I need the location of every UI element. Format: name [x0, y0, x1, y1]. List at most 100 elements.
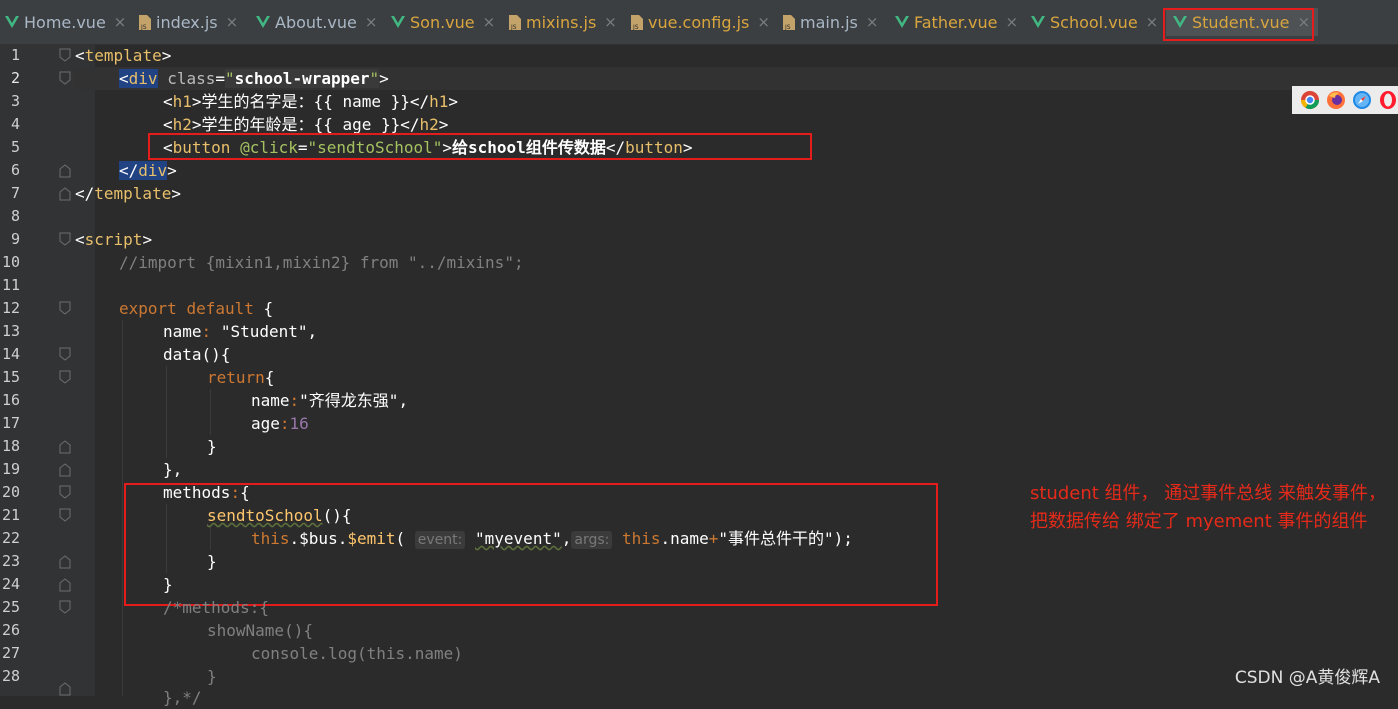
fold-marker-icon	[59, 463, 71, 477]
line-number: 23	[1, 552, 20, 570]
tab-about-vue[interactable]: About.vue ×	[255, 8, 377, 36]
bracket: >	[448, 92, 459, 111]
close-icon[interactable]: ×	[866, 13, 879, 31]
line-number: 24	[1, 575, 20, 593]
line-number: 16	[1, 391, 20, 409]
close-icon[interactable]: ×	[1146, 13, 1159, 31]
line-number: 1	[10, 46, 20, 64]
keyword: export	[119, 299, 177, 318]
bracket: >	[191, 115, 202, 134]
line-number: 5	[10, 138, 20, 156]
function-decl: data(){	[163, 345, 231, 364]
safari-icon[interactable]	[1352, 90, 1372, 110]
close-icon[interactable]: ×	[1005, 13, 1018, 31]
attr-name: class	[167, 69, 216, 88]
code-line-17: age:16	[251, 412, 309, 435]
line-number: 21	[1, 506, 20, 524]
close-icon[interactable]: ×	[226, 13, 239, 31]
bracket: </	[75, 184, 95, 203]
tag-name: script	[84, 230, 143, 249]
bracket: <	[163, 92, 173, 111]
line-number: 28	[1, 667, 20, 685]
close-icon[interactable]: ×	[757, 13, 770, 31]
tab-vue-config-js[interactable]: JS vue.config.js ×	[630, 8, 770, 36]
tab-son-vue[interactable]: Son.vue ×	[390, 8, 495, 36]
fold-marker-icon	[59, 555, 71, 569]
line-number: 26	[1, 621, 20, 639]
vue-file-icon	[5, 16, 19, 28]
code-line-27: console.log(this.name)	[251, 644, 463, 663]
fold-marker-icon	[59, 164, 71, 178]
line-number: 11	[1, 276, 20, 294]
code-line-6: </div>	[119, 159, 177, 182]
fold-marker-icon	[59, 301, 71, 315]
opera-icon[interactable]	[1378, 90, 1398, 110]
close-icon[interactable]: ×	[365, 13, 378, 31]
mustache: {{ age }}	[313, 115, 401, 134]
line-number: 2	[10, 69, 20, 87]
string-value: "齐得龙东强"	[299, 391, 399, 410]
bracket: >	[171, 184, 181, 203]
bracket: <	[163, 115, 173, 134]
tag-name: template	[94, 184, 172, 203]
chrome-icon[interactable]	[1300, 90, 1320, 110]
code-line-28: }	[207, 667, 217, 686]
tab-main-js[interactable]: JS main.js ×	[782, 8, 878, 36]
fold-marker-icon	[59, 578, 71, 592]
bracket: <	[75, 230, 85, 249]
js-file-icon: JS	[509, 14, 521, 31]
watermark: CSDN @A黄俊辉A	[1234, 668, 1380, 688]
code-line-18: }	[207, 437, 217, 456]
svg-text:JS: JS	[510, 24, 517, 31]
line-number: 4	[10, 115, 20, 133]
tab-home-vue[interactable]: Home.vue ×	[4, 8, 126, 36]
bracket: </	[400, 115, 420, 134]
code-line-19: },	[163, 460, 183, 479]
close-icon[interactable]: ×	[604, 13, 617, 31]
line-number: 18	[1, 437, 20, 455]
keyword: default	[186, 299, 254, 318]
brace: {	[253, 299, 274, 318]
svg-text:JS: JS	[140, 24, 147, 31]
tab-label: main.js	[800, 12, 858, 32]
tab-father-vue[interactable]: Father.vue ×	[894, 8, 1018, 36]
tab-label: School.vue	[1050, 12, 1138, 32]
vue-file-icon	[256, 16, 270, 28]
tab-mixins-js[interactable]: JS mixins.js ×	[508, 8, 617, 36]
code-line-26: showName(){	[207, 621, 313, 640]
methods-highlight-box	[124, 483, 938, 606]
line-number: 20	[1, 483, 20, 501]
close-icon[interactable]: ×	[483, 13, 496, 31]
browser-preview-bar	[1292, 86, 1398, 114]
fold-markers	[59, 48, 71, 696]
tag-name: div	[138, 161, 168, 180]
tag-name: h1	[172, 92, 192, 111]
close-icon[interactable]: ×	[114, 13, 127, 31]
comma: ,	[398, 391, 409, 410]
tab-index-js[interactable]: JS index.js ×	[138, 8, 238, 36]
tab-label: Home.vue	[24, 12, 106, 32]
button-line-highlight-box	[148, 133, 812, 160]
indent-guide	[210, 389, 211, 435]
colon: :	[201, 322, 212, 341]
fold-marker-icon	[59, 48, 71, 62]
js-file-icon: JS	[139, 14, 151, 31]
code-line-16: name:"齐得龙东强",	[251, 389, 408, 412]
bracket: >	[191, 92, 202, 111]
line-number: 22	[1, 529, 20, 547]
bracket: </	[119, 161, 139, 180]
bracket: >	[438, 115, 449, 134]
active-tab-highlight-box	[1163, 8, 1314, 41]
firefox-icon[interactable]	[1326, 90, 1346, 110]
fold-marker-icon	[59, 370, 71, 384]
equals: =	[215, 69, 225, 88]
code-line-15: return{	[207, 366, 274, 389]
bracket: <	[75, 46, 85, 65]
fold-marker-icon	[59, 71, 71, 85]
indent-guide	[166, 366, 167, 458]
vue-file-icon	[391, 16, 405, 28]
tag-name: h1	[429, 92, 449, 111]
line-number: 8	[10, 207, 20, 225]
tab-school-vue[interactable]: School.vue ×	[1030, 8, 1158, 36]
line-number: 9	[10, 230, 20, 248]
